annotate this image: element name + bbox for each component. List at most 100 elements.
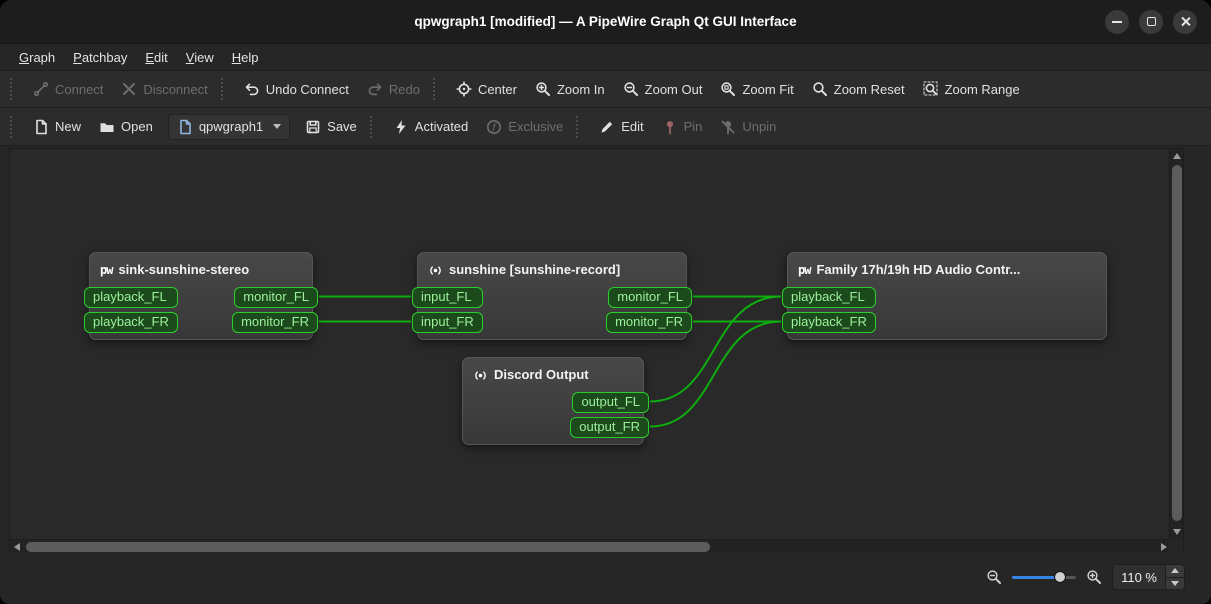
activated-bolt-icon (393, 119, 409, 135)
zoom-fit-icon (720, 81, 736, 97)
pin-button[interactable]: Pin (653, 114, 712, 140)
menu-help[interactable]: Help (223, 46, 268, 69)
toolbar-handle[interactable] (433, 78, 441, 100)
center-button[interactable]: Center (447, 76, 526, 102)
open-button[interactable]: Open (90, 114, 162, 140)
undo-icon (244, 81, 260, 97)
titlebar[interactable]: qpwgraph1 [modified] — A PipeWire Graph … (0, 0, 1211, 44)
edit-pencil-icon (599, 119, 615, 135)
menu-patchbay[interactable]: Patchbay (64, 46, 136, 69)
close-button[interactable] (1173, 10, 1197, 34)
zoom-in-icon[interactable] (1086, 569, 1102, 585)
graph-canvas[interactable]: pw sink-sunshine-stereo playback_FL play… (10, 149, 1171, 539)
port-input[interactable]: input_FL (412, 287, 483, 308)
zoom-spin-up-button[interactable] (1166, 565, 1184, 577)
patchbay-file-icon (177, 119, 193, 135)
graph-canvas-area: pw sink-sunshine-stereo playback_FL play… (9, 148, 1184, 552)
toolbar-handle[interactable] (370, 116, 378, 138)
patchbay-selector[interactable]: qpwgraph1 (168, 114, 290, 140)
node-title-bar: sunshine [sunshine-record] (418, 258, 686, 282)
menu-graph[interactable]: Graph (10, 46, 64, 69)
toolbar-handle[interactable] (10, 78, 18, 100)
horizontal-scrollbar[interactable] (10, 539, 1171, 553)
scroll-right-arrow[interactable] (1161, 543, 1167, 551)
disconnect-label: Disconnect (143, 82, 207, 97)
node-discord-output[interactable]: Discord Output output_FL output_FR (462, 357, 644, 445)
vertical-scrollbar-thumb[interactable] (1172, 165, 1182, 521)
zoom-fit-button[interactable]: Zoom Fit (711, 76, 802, 102)
connect-label: Connect (55, 82, 103, 97)
undo-connect-label: Undo Connect (266, 82, 349, 97)
toolbar-handle[interactable] (576, 116, 584, 138)
scroll-down-arrow[interactable] (1173, 529, 1181, 535)
zoom-reset-button[interactable]: Zoom Reset (803, 76, 914, 102)
port-output[interactable]: monitor_FL (234, 287, 318, 308)
node-ports: playback_FL playback_FR monitor_FL monit… (90, 287, 312, 333)
connect-icon (33, 81, 49, 97)
activated-button[interactable]: Activated (384, 114, 477, 140)
minimize-icon (1112, 21, 1122, 23)
zoom-in-button[interactable]: Zoom In (526, 76, 614, 102)
port-input[interactable]: playback_FL (84, 287, 178, 308)
new-document-icon (33, 119, 49, 135)
toolbar-handle[interactable] (10, 116, 18, 138)
port-output[interactable]: monitor_FL (608, 287, 692, 308)
horizontal-scrollbar-thumb[interactable] (26, 542, 710, 552)
node-sink-sunshine-stereo[interactable]: pw sink-sunshine-stereo playback_FL play… (89, 252, 313, 340)
pipewire-icon: pw (100, 258, 112, 282)
zoom-range-button[interactable]: Zoom Range (914, 76, 1029, 102)
redo-button[interactable]: Redo (358, 76, 429, 102)
node-ports: playback_FL playback_FR (788, 287, 1106, 333)
zoom-reset-label: Zoom Reset (834, 82, 905, 97)
exclusive-button[interactable]: f Exclusive (477, 114, 572, 140)
center-label: Center (478, 82, 517, 97)
zoom-slider[interactable] (1012, 570, 1076, 584)
node-family-hd-audio[interactable]: pw Family 17h/19h HD Audio Contr... play… (787, 252, 1107, 340)
zoom-spin-down-button[interactable] (1166, 577, 1184, 590)
disconnect-button[interactable]: Disconnect (112, 76, 216, 102)
unpin-button[interactable]: Unpin (711, 114, 785, 140)
unpin-icon (720, 119, 736, 135)
window-controls (1105, 0, 1197, 43)
undo-connect-button[interactable]: Undo Connect (235, 76, 358, 102)
connect-button[interactable]: Connect (24, 76, 112, 102)
scroll-up-arrow[interactable] (1173, 153, 1181, 159)
toolbar-handle[interactable] (221, 78, 229, 100)
file-toolbar: New Open qpwgraph1 Save Act (0, 108, 1211, 146)
port-input[interactable]: input_FR (412, 312, 483, 333)
zoom-in-icon (535, 81, 551, 97)
svg-text:f: f (492, 122, 498, 133)
save-button[interactable]: Save (296, 114, 366, 140)
menu-edit[interactable]: Edit (136, 46, 176, 69)
port-input[interactable]: playback_FR (782, 312, 876, 333)
port-output[interactable]: output_FL (572, 392, 649, 413)
node-title-bar: pw Family 17h/19h HD Audio Contr... (788, 258, 1106, 282)
port-input[interactable]: playback_FR (84, 312, 178, 333)
disconnect-icon (121, 81, 137, 97)
node-ports: output_FL output_FR (463, 392, 643, 438)
node-ports: input_FL input_FR monitor_FL monitor_FR (418, 287, 686, 333)
zoom-out-icon (623, 81, 639, 97)
zoom-out-button[interactable]: Zoom Out (614, 76, 712, 102)
minimize-button[interactable] (1105, 10, 1129, 34)
zoom-value: 110 % (1113, 565, 1165, 589)
zoom-out-icon[interactable] (986, 569, 1002, 585)
maximize-button[interactable] (1139, 10, 1163, 34)
port-output[interactable]: monitor_FR (232, 312, 318, 333)
patchbay-selector-value: qpwgraph1 (199, 119, 263, 134)
vertical-scrollbar[interactable] (1169, 149, 1183, 539)
edit-button[interactable]: Edit (590, 114, 652, 140)
node-title: sunshine [sunshine-record] (449, 258, 620, 282)
port-output[interactable]: monitor_FR (606, 312, 692, 333)
open-folder-icon (99, 119, 115, 135)
scroll-left-arrow[interactable] (14, 543, 20, 551)
port-input[interactable]: playback_FL (782, 287, 876, 308)
menu-view[interactable]: View (177, 46, 223, 69)
zoom-out-label: Zoom Out (645, 82, 703, 97)
new-button[interactable]: New (24, 114, 90, 140)
zoom-spinbox[interactable]: 110 % (1112, 564, 1185, 590)
node-title-bar: Discord Output (463, 363, 643, 387)
node-sunshine-record[interactable]: sunshine [sunshine-record] input_FL inpu… (417, 252, 687, 340)
zoom-slider-handle[interactable] (1054, 571, 1066, 583)
port-output[interactable]: output_FR (570, 417, 649, 438)
